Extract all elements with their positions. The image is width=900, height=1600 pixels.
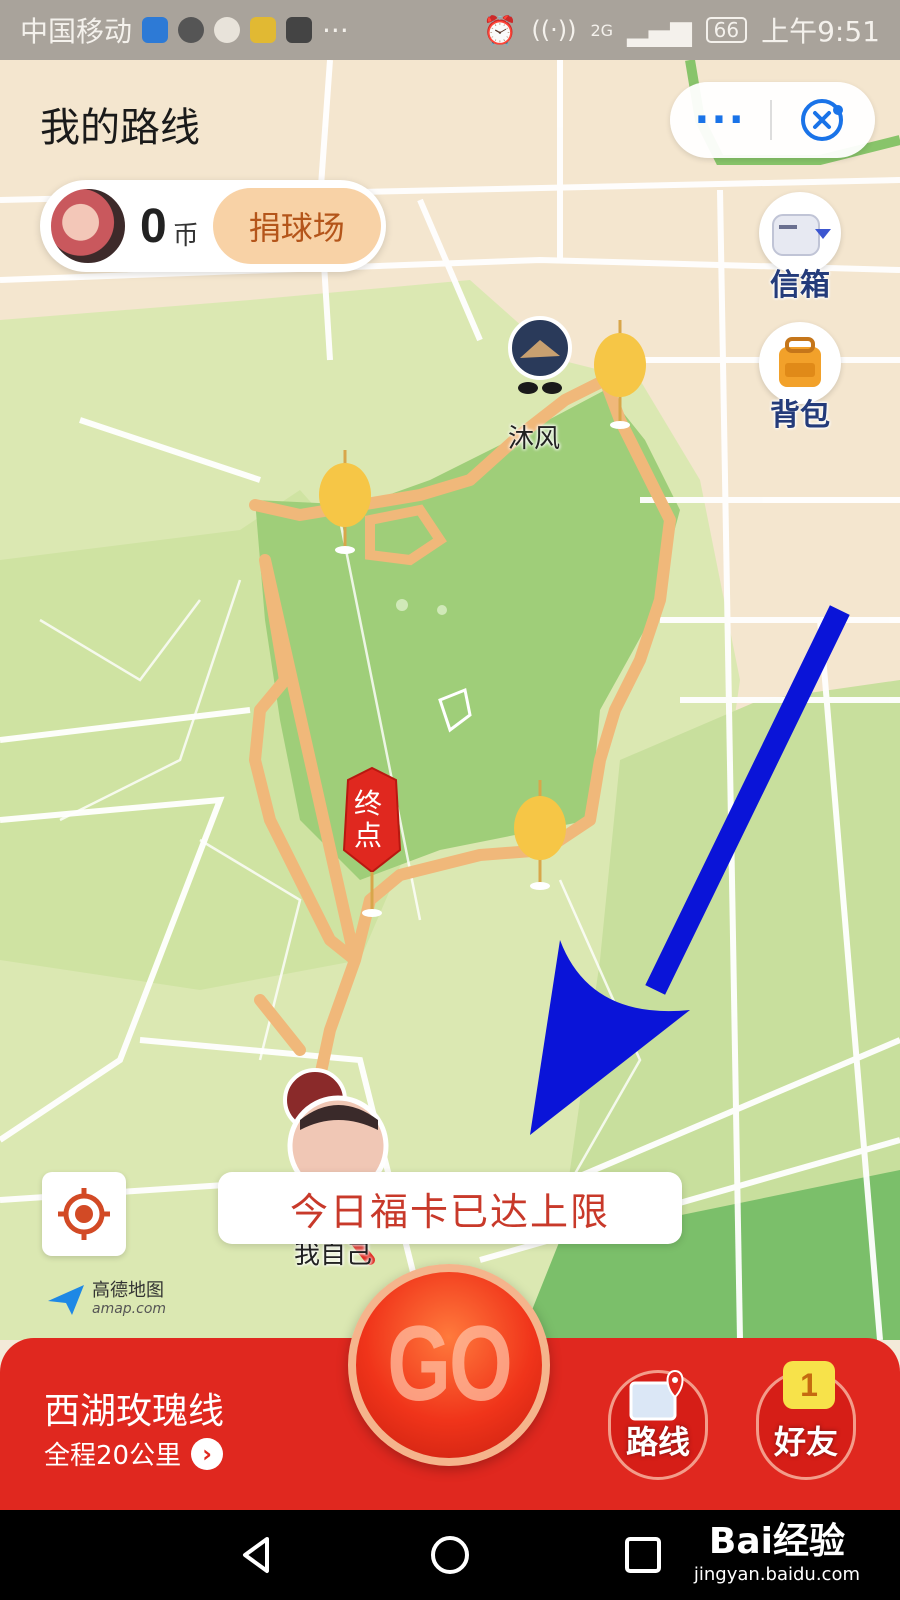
end-point-label: 终点 bbox=[354, 787, 383, 852]
close-icon bbox=[801, 99, 843, 141]
mailbox-button[interactable]: 信箱 bbox=[752, 192, 848, 304]
amap-logo-cn: 高德地图 bbox=[92, 1280, 164, 1301]
close-button[interactable] bbox=[772, 82, 872, 158]
amap-logo: 高德地图 amap.com bbox=[46, 1282, 166, 1318]
signal-icon: ▂▄▆ bbox=[627, 13, 692, 47]
friends-label: 好友 bbox=[773, 1423, 838, 1461]
coin-unit: 币 bbox=[172, 220, 199, 251]
go-button[interactable]: GO bbox=[348, 1264, 550, 1466]
donate-button[interactable]: 捐球场 bbox=[212, 188, 381, 264]
locate-button[interactable] bbox=[42, 1172, 126, 1256]
watermark-brand: Bai经验 bbox=[708, 1521, 845, 1562]
friend-name-label: 沐风 bbox=[508, 424, 561, 454]
go-label: GO bbox=[387, 1305, 513, 1424]
signal-label: 2G bbox=[590, 20, 614, 40]
crosshair-icon bbox=[58, 1188, 110, 1240]
avatar[interactable] bbox=[48, 186, 128, 266]
routes-button[interactable]: 路线 bbox=[608, 1369, 708, 1480]
coin-count: 0 bbox=[140, 199, 167, 253]
qq-icon bbox=[214, 17, 241, 43]
chevron-right-icon: › bbox=[191, 1437, 224, 1470]
more-button[interactable]: ··· bbox=[670, 82, 770, 158]
status-bar: 中国移动 ··· ⏰ ((·)) 2G ▂▄▆ 66 上午9:51 bbox=[0, 0, 900, 60]
watermark: Bai经验 jingyan.baidu.com bbox=[694, 1512, 860, 1585]
mailbox-label: 信箱 bbox=[770, 268, 830, 303]
wifi-icon: ((·)) bbox=[531, 16, 577, 44]
home-icon[interactable] bbox=[428, 1533, 472, 1577]
watermark-url: jingyan.baidu.com bbox=[693, 1564, 860, 1585]
backpack-button[interactable]: 背包 bbox=[752, 322, 848, 434]
amap-logo-icon bbox=[48, 1285, 84, 1315]
clock-text: 上午9:51 bbox=[761, 15, 880, 48]
back-icon[interactable] bbox=[235, 1533, 279, 1577]
shield-icon bbox=[142, 17, 169, 43]
app-green-icon bbox=[250, 17, 277, 43]
page-title: 我的路线 bbox=[40, 105, 200, 151]
route-map-icon bbox=[629, 1369, 684, 1421]
capsule-menu: ··· bbox=[670, 82, 875, 158]
battery-indicator: 66 bbox=[705, 17, 748, 43]
carrier-text: 中国移动 bbox=[20, 15, 133, 48]
more-notifications-icon: ··· bbox=[322, 13, 349, 47]
route-name: 西湖玫瑰线 bbox=[44, 1391, 225, 1432]
friends-badge: 1 bbox=[783, 1361, 835, 1409]
coin-card: 0 币 捐球场 bbox=[40, 180, 386, 272]
amap-logo-en: amap.com bbox=[92, 1301, 167, 1317]
backpack-label: 背包 bbox=[770, 398, 830, 433]
recents-icon[interactable] bbox=[621, 1533, 665, 1577]
alarm-icon: ⏰ bbox=[482, 13, 518, 47]
toast-message: 今日福卡已达上限 bbox=[218, 1172, 682, 1244]
friends-button[interactable]: 1 好友 bbox=[756, 1361, 856, 1480]
toutiao-icon bbox=[286, 17, 313, 43]
route-distance-text: 全程20公里 bbox=[44, 1441, 182, 1471]
route-distance[interactable]: 全程20公里 › bbox=[44, 1435, 224, 1472]
app-icon bbox=[178, 17, 205, 43]
